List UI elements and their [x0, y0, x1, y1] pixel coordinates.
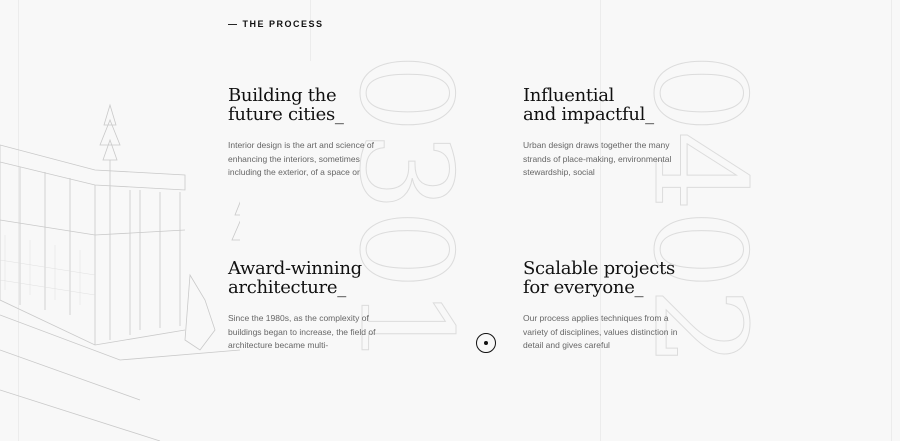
process-card: Influential and impactful_ Urban design d…: [523, 86, 683, 180]
section-eyebrow: — THE PROCESS: [228, 19, 324, 29]
card-title-line: Building the: [228, 85, 337, 106]
card-title-line: architecture_: [228, 277, 346, 298]
card-title-line: future cities_: [228, 104, 344, 125]
card-title-line: Award-winning: [228, 258, 362, 279]
grid-line: [310, 0, 311, 61]
building-sketch-illustration: [0, 103, 240, 441]
scroll-cursor-indicator[interactable]: [476, 333, 496, 353]
card-title: Influential and impactful_: [523, 86, 683, 124]
process-card: Building the future cities_ Interior desi…: [228, 86, 388, 180]
process-card: Scalable projects for everyone_ Our proce…: [523, 259, 683, 353]
card-title-line: for everyone_: [523, 277, 644, 298]
grid-line: [891, 0, 892, 441]
card-body: Our process applies techniques from a va…: [523, 313, 678, 350]
card-title-line: Influential: [523, 85, 615, 106]
process-card: Award-winning architecture_ Since the 198…: [228, 259, 388, 353]
card-body: Interior design is the art and science o…: [228, 140, 374, 177]
card-body: Since the 1980s, as the complexity of bu…: [228, 313, 376, 350]
card-title: Scalable projects for everyone_: [523, 259, 683, 297]
grid-line: [600, 0, 601, 441]
card-title: Building the future cities_: [228, 86, 388, 124]
card-title-line: and impactful_: [523, 104, 654, 125]
card-title-line: Scalable projects: [523, 258, 675, 279]
card-body: Urban design draws together the many str…: [523, 140, 672, 177]
card-title: Award-winning architecture_: [228, 259, 388, 297]
